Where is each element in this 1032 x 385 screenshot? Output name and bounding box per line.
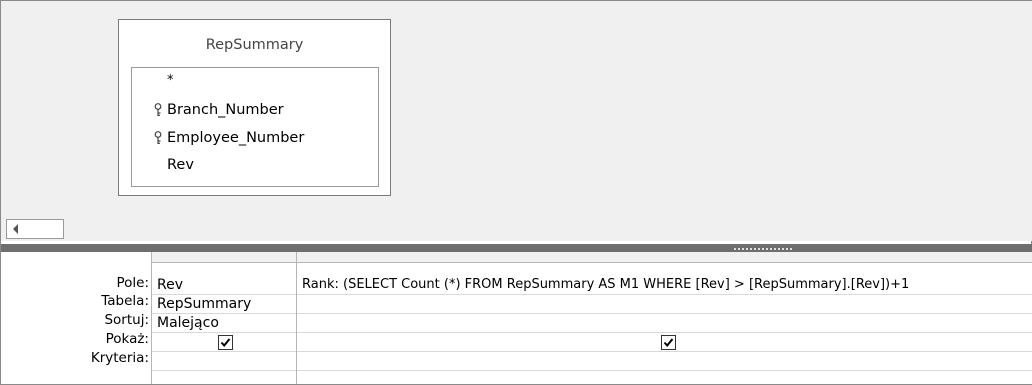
field-list[interactable]: * Branch_Number Employee_Number Rev <box>131 67 379 187</box>
splitter-grip[interactable] <box>734 248 792 250</box>
criteria-cell[interactable] <box>297 351 1032 371</box>
criteria-cell[interactable] <box>152 351 296 371</box>
column-selector[interactable] <box>297 252 1032 263</box>
row-label-sort: Sortuj: <box>104 312 149 328</box>
table-cell[interactable]: RepSummary <box>152 294 296 314</box>
scrollbar-thumb[interactable] <box>25 219 64 239</box>
row-label-show: Pokaż: <box>105 331 149 347</box>
field-item-employee-number[interactable]: Employee_Number <box>132 125 378 151</box>
grid-column-rev[interactable]: Rev RepSummary Malejąco <box>151 252 296 384</box>
table-cell[interactable] <box>297 294 1032 314</box>
row-labels: Pole: Tabela: Sortuj: Pokaż: Kryteria: <box>1 252 149 384</box>
query-design-pane[interactable]: RepSummary * Branch_Number Employee_Numb… <box>1 1 1032 216</box>
table-field-list-window[interactable]: RepSummary * Branch_Number Employee_Numb… <box>118 19 391 196</box>
table-title[interactable]: RepSummary <box>119 37 390 53</box>
field-item-all[interactable]: * <box>132 72 378 98</box>
row-label-field: Pole: <box>116 275 149 291</box>
pane-splitter[interactable] <box>1 244 1032 252</box>
scroll-left-button[interactable] <box>6 219 27 239</box>
checkmark-icon <box>663 338 674 348</box>
horizontal-scrollbar[interactable] <box>1 216 1032 241</box>
field-item-branch-number[interactable]: Branch_Number <box>132 97 378 123</box>
primary-key-icon <box>154 131 162 144</box>
field-label: Employee_Number <box>167 130 305 146</box>
primary-key-icon <box>154 103 162 116</box>
arrow-left-icon <box>13 224 18 234</box>
row-label-table: Tabela: <box>101 293 149 309</box>
show-checkbox[interactable] <box>661 335 676 350</box>
sort-cell[interactable] <box>297 313 1032 333</box>
query-design-grid[interactable]: Pole: Tabela: Sortuj: Pokaż: Kryteria: R… <box>1 252 1032 384</box>
field-label: Rev <box>167 157 194 173</box>
show-cell[interactable] <box>152 332 296 352</box>
show-checkbox[interactable] <box>218 335 233 350</box>
checkmark-icon <box>220 338 231 348</box>
field-cell[interactable]: Rev <box>152 275 296 295</box>
sort-cell[interactable]: Malejąco <box>152 313 296 333</box>
column-selector[interactable] <box>152 252 296 263</box>
row-label-criteria: Kryteria: <box>90 350 149 366</box>
show-cell[interactable] <box>297 332 1032 352</box>
field-cell[interactable]: Rank: (SELECT Count (*) FROM RepSummary … <box>297 275 1032 295</box>
field-label: Branch_Number <box>167 102 284 118</box>
field-item-rev[interactable]: Rev <box>132 152 378 178</box>
grid-column-rank[interactable]: Rank: (SELECT Count (*) FROM RepSummary … <box>296 252 1032 384</box>
field-label: * <box>167 73 174 88</box>
